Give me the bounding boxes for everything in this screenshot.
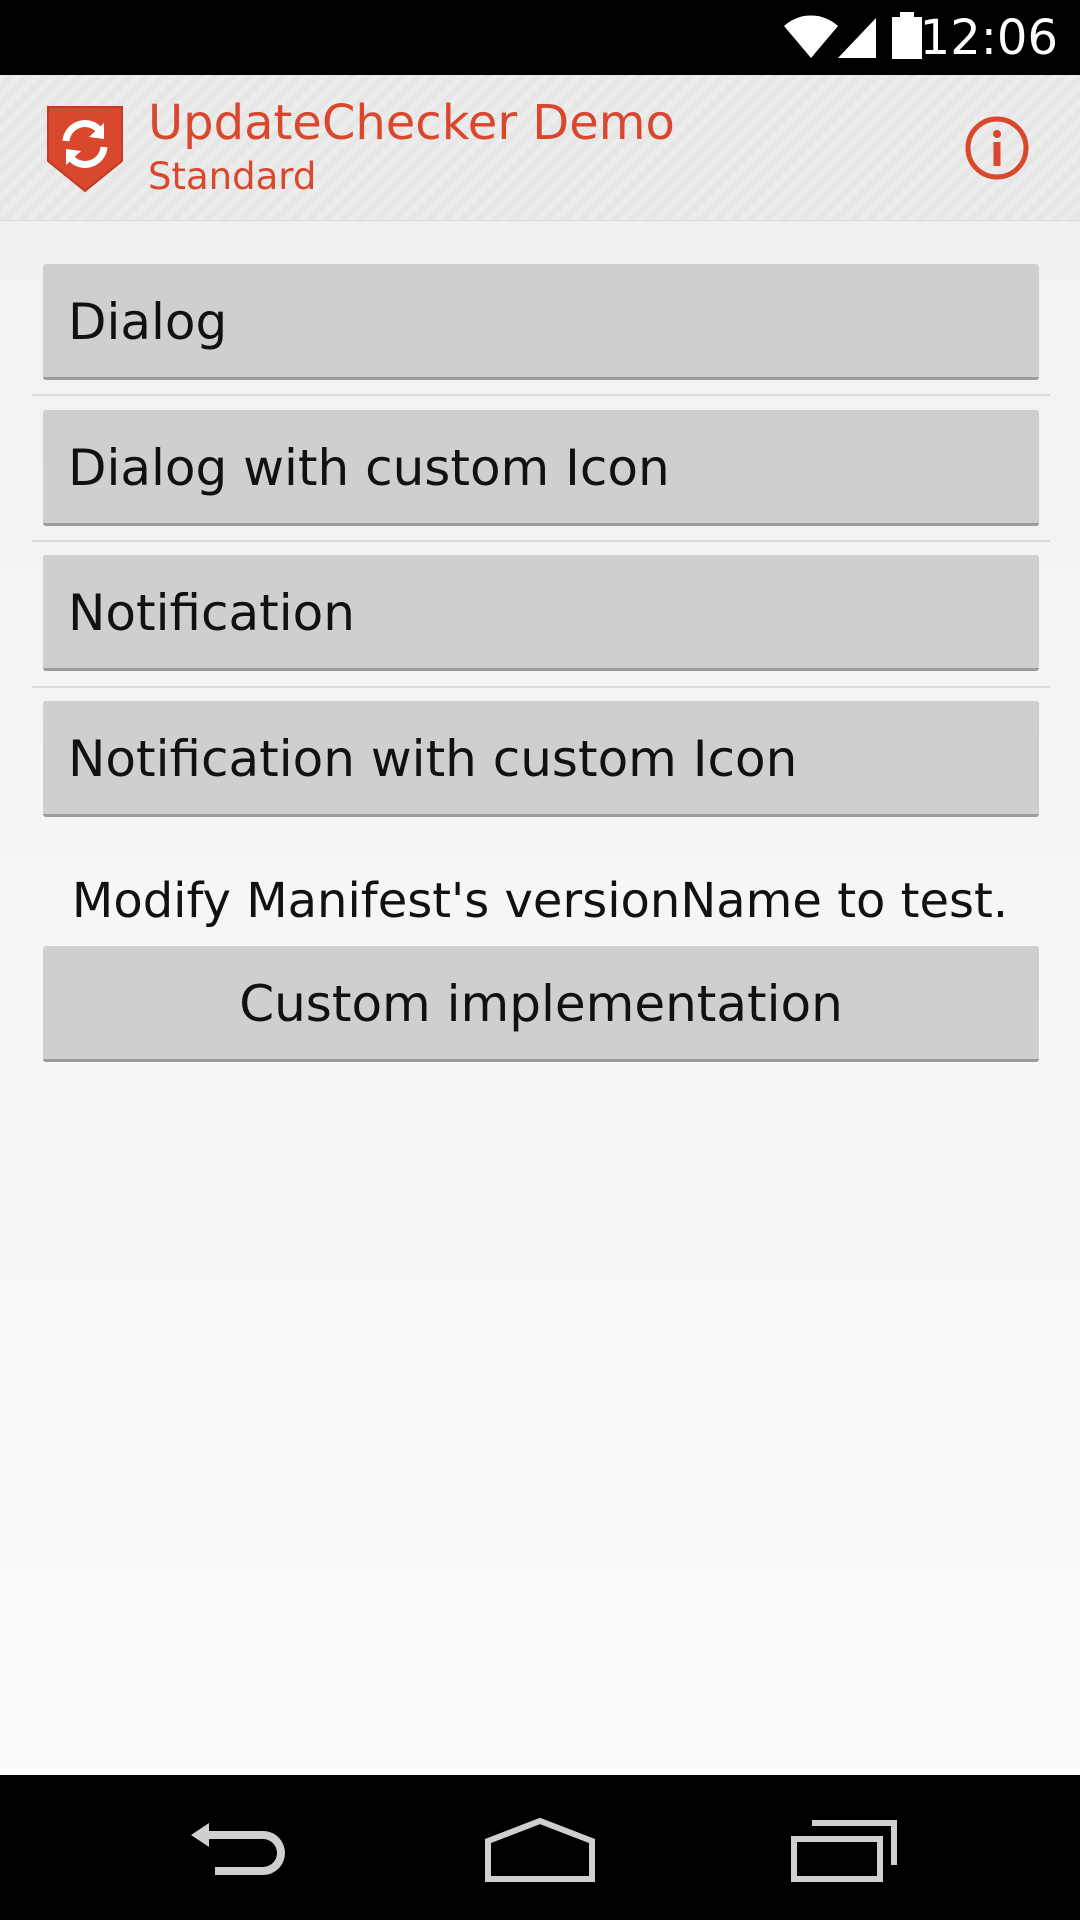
notification-button[interactable]: Notification — [43, 555, 1039, 671]
dialog-custom-icon-button[interactable]: Dialog with custom Icon — [43, 410, 1039, 526]
divider — [32, 540, 1050, 542]
back-icon[interactable] — [185, 1821, 291, 1881]
main-content: Dialog Dialog with custom Icon Notificat… — [0, 221, 1080, 1775]
notification-custom-icon-button[interactable]: Notification with custom Icon — [43, 701, 1039, 817]
recents-icon[interactable] — [790, 1817, 898, 1883]
info-icon[interactable] — [964, 115, 1030, 181]
dialog-button[interactable]: Dialog — [43, 264, 1039, 380]
hint-text: Modify Manifest's versionName to test. — [71, 873, 1009, 929]
wifi-icon — [784, 15, 838, 58]
action-bar: UpdateChecker Demo Standard — [0, 75, 1080, 221]
custom-implementation-button[interactable]: Custom implementation — [43, 946, 1039, 1062]
home-icon[interactable] — [482, 1817, 598, 1883]
update-refresh-logo — [47, 106, 123, 193]
divider — [32, 686, 1050, 688]
divider — [32, 394, 1050, 396]
signal-icon — [838, 18, 876, 58]
app-subtitle: Standard — [148, 155, 317, 198]
app-title: UpdateChecker Demo — [148, 95, 675, 151]
status-bar: 12:06 — [0, 0, 1080, 75]
status-clock: 12:06 — [919, 10, 1058, 66]
nav-bar — [0, 1775, 1080, 1920]
